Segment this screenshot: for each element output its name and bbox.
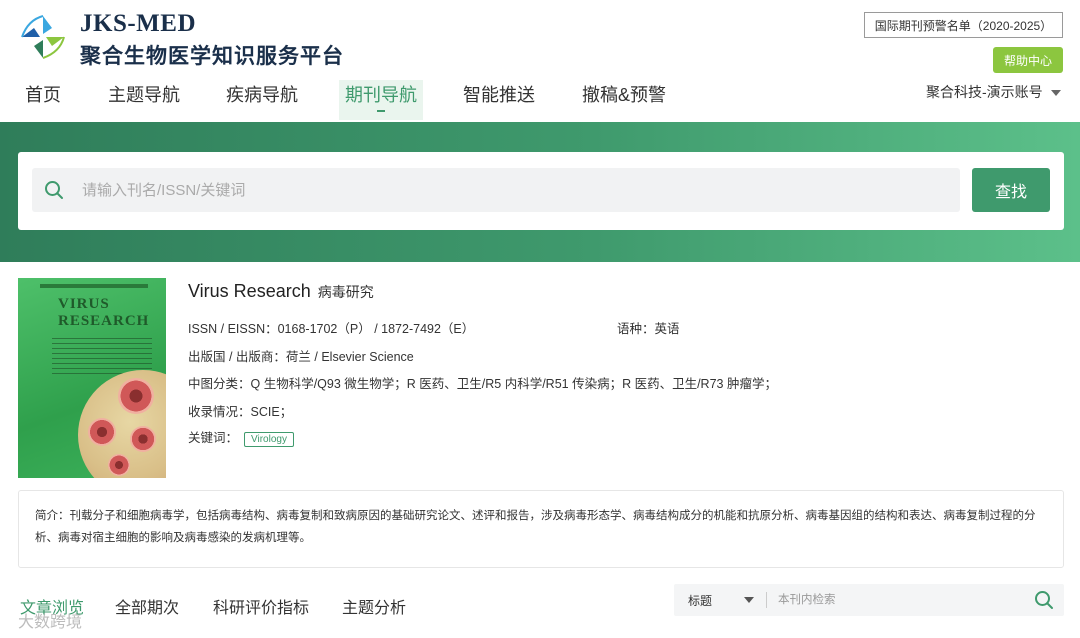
chevron-down-icon[interactable] (744, 597, 754, 603)
journal-title: Virus Research 病毒研究 (188, 281, 374, 302)
indexed-value: SCIE； (250, 405, 293, 419)
search-field-select[interactable]: 标题 (688, 592, 712, 609)
nav-item-retraction-warning[interactable]: 撤稿&预警 (582, 80, 666, 120)
indexed-label: 收录情况： (188, 405, 251, 419)
watermark: 大数跨境 (18, 614, 83, 631)
tab-all-issues[interactable]: 全部期次 (115, 594, 179, 618)
keywords-row: 关键词： Virology (188, 427, 294, 447)
journal-introduction: 简介：刊载分子和细胞病毒学，包括病毒结构、病毒复制和致病原因的基础研究论文、述评… (18, 490, 1064, 568)
account-menu[interactable]: 聚合科技-演示账号 (926, 82, 1061, 102)
nav-item-journals[interactable]: 期刊导航 (339, 80, 423, 120)
brand-name-en: JKS-MED (80, 10, 196, 37)
in-journal-search: 标题 (674, 584, 1064, 616)
divider (766, 592, 767, 608)
search-input[interactable] (82, 168, 942, 212)
cover-virus-cell (118, 378, 154, 414)
journal-title-cn: 病毒研究 (317, 284, 374, 300)
nav-item-topics[interactable]: 主题导航 (108, 80, 180, 120)
indexed-row: 收录情况：SCIE； (188, 401, 292, 420)
language-value: 英语 (654, 322, 680, 336)
brand-name-cn: 聚合生物医学知识服务平台 (80, 45, 344, 68)
search-icon[interactable] (1034, 590, 1054, 610)
issn-label: ISSN / EISSN： (188, 322, 278, 336)
cover-title: VIRUS RESEARCH (58, 296, 150, 329)
tab-topic-analysis[interactable]: 主题分析 (342, 594, 406, 618)
search-card: 查找 (18, 152, 1064, 230)
clc-row: 中图分类：Q 生物科学/Q93 微生物学；R 医药、卫生/R5 内科学/R51 … (188, 373, 777, 392)
journal-cover: VIRUS RESEARCH (18, 278, 166, 478)
search-field[interactable] (32, 168, 960, 212)
logo-icon[interactable] (18, 12, 68, 62)
publisher-row: 出版国 / 出版商：荷兰 / Elsevier Science (188, 346, 414, 365)
cover-virus-cell (130, 426, 156, 452)
keywords-label: 关键词： (188, 431, 239, 445)
nav-item-smart-push[interactable]: 智能推送 (463, 80, 535, 120)
chevron-down-icon (1050, 90, 1061, 97)
journal-title-en: Virus Research (188, 281, 311, 301)
search-icon (45, 181, 63, 199)
search-button[interactable]: 查找 (972, 168, 1050, 212)
clc-label: 中图分类： (188, 377, 251, 391)
help-center-button[interactable]: 帮助中心 (993, 47, 1063, 73)
language-row: 语种：英语 (617, 318, 680, 337)
issn-value: 0168-1702（P） / 1872-7492（E） (277, 322, 475, 336)
account-name: 聚合科技-演示账号 (926, 84, 1043, 100)
nav-item-home[interactable]: 首页 (25, 80, 61, 120)
warning-list-link[interactable]: 国际期刊预警名单（2020-2025） (864, 12, 1063, 38)
nav-item-diseases[interactable]: 疾病导航 (226, 80, 298, 120)
keyword-tag[interactable]: Virology (244, 432, 294, 447)
publisher-value: 荷兰 / Elsevier Science (285, 350, 414, 364)
cover-header-bar (40, 284, 148, 288)
publisher-label: 出版国 / 出版商： (188, 350, 286, 364)
search-banner: 查找 (0, 122, 1080, 262)
cover-virus-cell (108, 454, 130, 476)
clc-value: Q 生物科学/Q93 微生物学；R 医药、卫生/R5 内科学/R51 传染病；R… (250, 377, 777, 391)
cover-virus-cell (88, 418, 116, 446)
header: JKS-MED 聚合生物医学知识服务平台 国际期刊预警名单（2020-2025）… (0, 0, 1080, 120)
in-journal-search-input[interactable] (778, 584, 1018, 616)
issn-row: ISSN / EISSN：0168-1702（P） / 1872-7492（E） (188, 318, 474, 337)
tab-research-metrics[interactable]: 科研评价指标 (213, 594, 309, 618)
language-label: 语种： (617, 322, 655, 336)
